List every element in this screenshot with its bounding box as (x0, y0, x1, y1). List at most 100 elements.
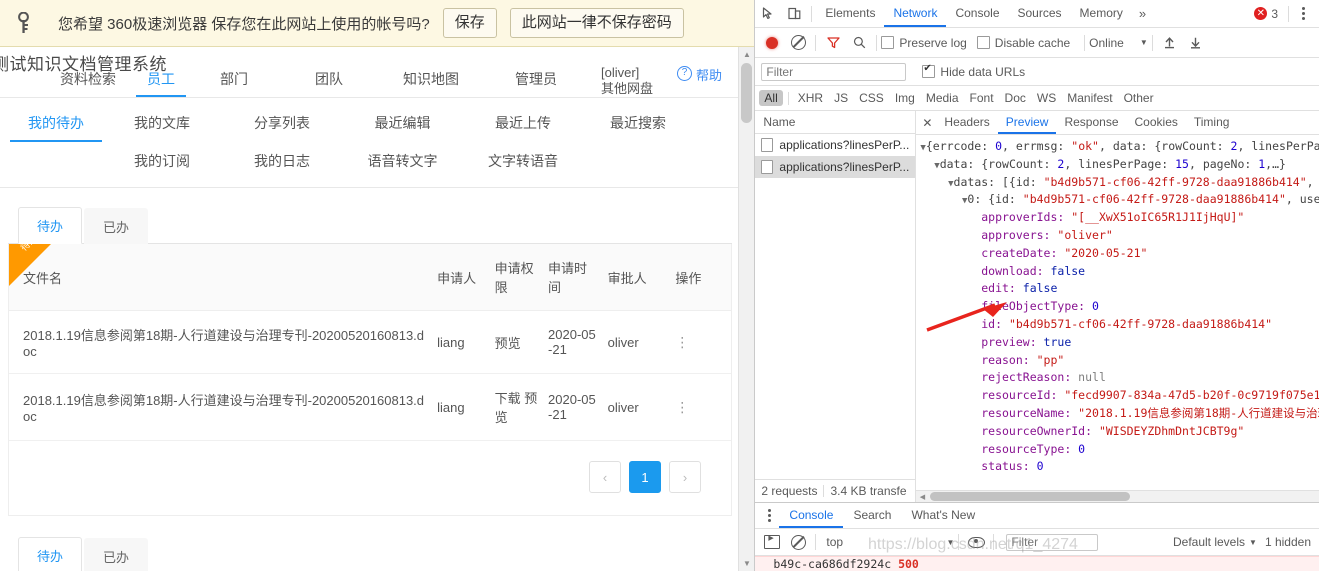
more-panels-icon[interactable]: » (1132, 6, 1153, 21)
console-filter-input[interactable] (1006, 533, 1099, 551)
tab-sources[interactable]: Sources (1009, 0, 1071, 27)
type-filter-doc[interactable]: Doc (1000, 90, 1031, 106)
bottom-tab-pending[interactable]: 待办 (18, 537, 83, 571)
json-line[interactable]: resourceName: "2018.1.19信息参阅第18期-人行道建设与治… (920, 406, 1319, 424)
record-circle-icon[interactable] (759, 30, 785, 56)
json-line[interactable]: ▼0: {id: "b4d9b571-cf06-42ff-9728-daa918… (920, 192, 1319, 210)
json-line[interactable]: reason: "pp" (920, 353, 1319, 371)
never-save-password-button[interactable]: 此网站一律不保存密码 (509, 7, 684, 39)
pagination-page-1[interactable]: 1 (629, 461, 661, 493)
device-toolbar-icon[interactable] (781, 1, 807, 27)
inspect-cursor-icon[interactable] (755, 1, 781, 27)
type-filter-all[interactable]: All (759, 90, 783, 106)
json-line[interactable]: ▼datas: [{id: "b4d9b571-cf06-42ff-9728-d… (920, 175, 1319, 193)
clear-circle-slash-icon[interactable] (785, 30, 811, 56)
subnav-item-my-library[interactable]: 我的文库 (102, 108, 222, 146)
scrollbar-thumb[interactable] (741, 63, 753, 123)
json-line[interactable]: id: "b4d9b571-cf06-42ff-9728-daa91886b41… (920, 317, 1319, 335)
json-line[interactable]: resourceOwnerId: "WISDEYZDhmDntJCBT9g" (920, 424, 1319, 442)
nav-item-admin[interactable]: 管理员 (486, 69, 586, 97)
subnav-item-share-list[interactable]: 分享列表 (222, 108, 342, 146)
type-filter-xhr[interactable]: XHR (793, 90, 828, 106)
list-item[interactable]: applications?linesPerP... (755, 134, 915, 156)
subnav-item-recent-search[interactable]: 最近搜索 (583, 108, 693, 146)
detail-tab-response[interactable]: Response (1056, 111, 1126, 134)
detail-tab-preview[interactable]: Preview (998, 111, 1057, 134)
console-error-line[interactable]: b49c-ca686df2924c 500 (755, 556, 1319, 571)
json-line[interactable]: download: false (920, 264, 1319, 282)
json-line[interactable]: fileObjectType: 0 (920, 299, 1319, 317)
page-scrollbar[interactable]: ▲ ▼ (738, 47, 755, 571)
nav-item-staff[interactable]: 员工 (136, 69, 186, 97)
type-filter-font[interactable]: Font (965, 90, 999, 106)
json-line[interactable]: resourceType: 0 (920, 442, 1319, 460)
type-filter-other[interactable]: Other (1119, 90, 1159, 106)
download-arrow-icon[interactable] (1183, 30, 1209, 56)
nav-item-knowledge-map[interactable]: 知识地图 (376, 69, 486, 97)
hide-data-urls-checkbox[interactable]: Hide data URLs (922, 63, 1025, 79)
json-line[interactable]: ▼data: {rowCount: 2, linesPerPage: 15, p… (920, 157, 1319, 175)
tab-network[interactable]: Network (884, 0, 946, 27)
kebab-menu-icon[interactable] (1293, 6, 1313, 21)
json-line[interactable]: ▼{errcode: 0, errmsg: "ok", data: {rowCo… (920, 139, 1319, 157)
json-line[interactable]: approverIds: "[__XwX51oIC65R1J1IjHqU]" (920, 210, 1319, 228)
type-filter-ws[interactable]: WS (1032, 90, 1061, 106)
drawer-tab-console[interactable]: Console (779, 503, 843, 528)
hscroll-thumb[interactable] (930, 492, 1131, 501)
subnav-item-recent-upload[interactable]: 最近上传 (463, 108, 583, 146)
help-link[interactable]: 帮助 (696, 65, 722, 84)
magnifier-icon[interactable] (846, 30, 872, 56)
scrollbar-down-arrow[interactable]: ▼ (739, 556, 754, 571)
type-filter-img[interactable]: Img (890, 90, 920, 106)
pagination-prev[interactable]: ‹ (589, 461, 621, 493)
drawer-tab-search[interactable]: Search (843, 503, 901, 528)
live-expression-eye-icon[interactable] (963, 529, 989, 555)
drawer-tab-whats-new[interactable]: What's New (901, 503, 985, 528)
preserve-log-checkbox[interactable]: Preserve log (881, 36, 967, 50)
row-action-menu-icon[interactable]: ⋮ (675, 399, 689, 415)
json-line[interactable]: status: 0 (920, 459, 1319, 477)
subnav-item-my-subscription[interactable]: 我的订阅 (102, 146, 222, 184)
row-action-menu-icon[interactable]: ⋮ (675, 334, 689, 350)
detail-tab-timing[interactable]: Timing (1186, 111, 1238, 134)
close-icon[interactable]: ✕ (918, 112, 936, 134)
upload-arrow-icon[interactable] (1157, 30, 1183, 56)
context-select[interactable]: top ▼ (826, 535, 954, 549)
network-filter-input[interactable] (761, 62, 907, 81)
table-row[interactable]: 2018.1.19信息参阅第18期-人行道建设与治理专刊-20200520160… (9, 373, 731, 441)
type-filter-manifest[interactable]: Manifest (1062, 90, 1117, 106)
disable-cache-checkbox[interactable]: Disable cache (976, 36, 1070, 50)
json-line[interactable]: rejectReason: null (920, 370, 1319, 388)
bottom-tab-done[interactable]: 已办 (84, 538, 149, 571)
funnel-icon[interactable] (820, 30, 846, 56)
json-line[interactable]: edit: false (920, 281, 1319, 299)
subnav-item-my-log[interactable]: 我的日志 (222, 146, 342, 184)
table-row[interactable]: 2018.1.19信息参阅第18期-人行道建设与治理专刊-20200520160… (9, 310, 731, 374)
json-line[interactable]: resourceId: "fecd9907-834a-47d5-b20f-0c9… (920, 388, 1319, 406)
error-count-badge[interactable]: ✕ 3 (1254, 7, 1278, 21)
json-preview[interactable]: ▼{errcode: 0, errmsg: "ok", data: {rowCo… (916, 135, 1319, 490)
detail-tab-headers[interactable]: Headers (936, 111, 997, 134)
hscroll-left-arrow[interactable]: ◀ (916, 493, 928, 501)
clear-console-icon[interactable] (785, 529, 811, 555)
throttling-select[interactable]: Online ▼ (1089, 36, 1148, 50)
tab-done[interactable]: 已办 (84, 208, 149, 244)
subnav-item-recent-edit[interactable]: 最近编辑 (342, 108, 463, 146)
tab-elements[interactable]: Elements (816, 0, 884, 27)
log-levels-select[interactable]: Default levels ▼ (1173, 535, 1257, 549)
preview-horizontal-scrollbar[interactable]: ◀ (916, 490, 1319, 502)
subnav-item-my-todo[interactable]: 我的待办 (10, 108, 102, 146)
execution-context-icon[interactable] (759, 529, 785, 555)
nav-item-search[interactable]: 资料检索 (40, 69, 136, 97)
subnav-item-speech-to-text[interactable]: 语音转文字 (342, 146, 463, 184)
nav-item-department[interactable]: 部门 (186, 69, 282, 97)
tab-memory[interactable]: Memory (1071, 0, 1132, 27)
nav-item-team[interactable]: 团队 (282, 69, 376, 97)
type-filter-media[interactable]: Media (921, 90, 964, 106)
type-filter-css[interactable]: CSS (854, 90, 889, 106)
subnav-item-text-to-speech[interactable]: 文字转语音 (463, 146, 583, 184)
user-block[interactable]: [oliver] 其他网盘 (601, 65, 675, 97)
json-line[interactable]: approvers: "oliver" (920, 228, 1319, 246)
pagination-next[interactable]: › (669, 461, 701, 493)
json-line[interactable]: createDate: "2020-05-21" (920, 246, 1319, 264)
